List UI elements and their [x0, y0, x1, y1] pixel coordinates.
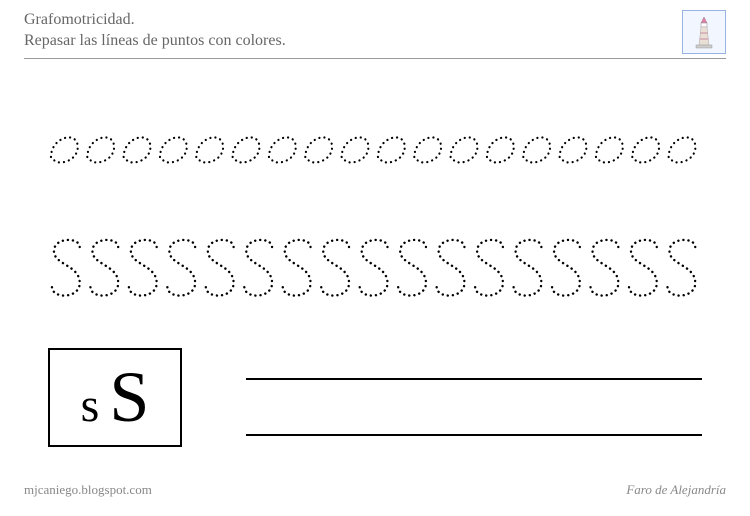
header: Grafomotricidad. Repasar las líneas de p… — [24, 10, 726, 52]
lighthouse-icon — [690, 15, 718, 49]
tracing-row-lowercase — [48, 115, 702, 170]
worksheet-page: Grafomotricidad. Repasar las líneas de p… — [0, 0, 750, 516]
writing-line-2 — [246, 434, 702, 436]
tracing-row-uppercase — [48, 235, 702, 305]
letter-model-box: s S — [48, 348, 182, 447]
lighthouse-thumbnail — [682, 10, 726, 54]
worksheet-subtitle: Repasar las líneas de puntos con colores… — [24, 31, 726, 52]
model-uppercase: S — [109, 350, 149, 445]
footer-url: mjcaniego.blogspot.com — [24, 482, 152, 498]
model-lowercase: s — [81, 358, 100, 453]
footer-credit: Faro de Alejandría — [626, 482, 726, 498]
writing-line-1 — [246, 378, 702, 380]
worksheet-title: Grafomotricidad. — [24, 10, 726, 31]
header-divider — [24, 58, 726, 59]
